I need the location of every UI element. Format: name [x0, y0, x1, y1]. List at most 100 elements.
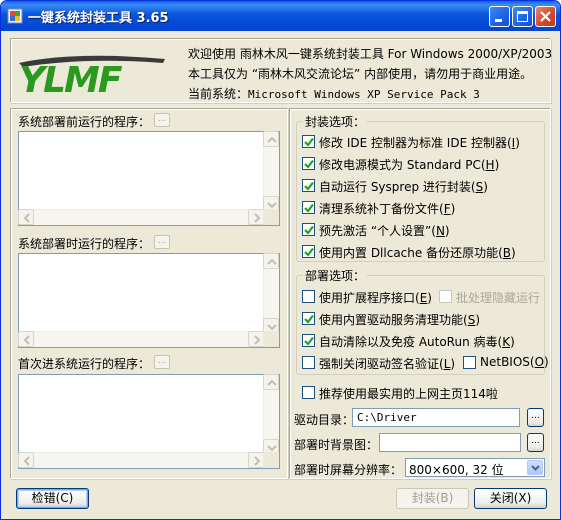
- option-label: 强制关闭驱动签名验证: [319, 357, 440, 371]
- current-system-value: Microsoft Windows XP Service Pack 3: [248, 88, 480, 101]
- option-hotkey: S: [467, 313, 476, 327]
- chevron-left-icon: [23, 456, 30, 466]
- option-label: 自动清除以及免疫 AutoRun 病毒: [319, 335, 498, 349]
- scroll-corner: [263, 209, 279, 225]
- driver-dir-label: 驱动目录：: [294, 413, 355, 427]
- checkbox[interactable]: [302, 312, 315, 325]
- checkbox[interactable]: [302, 386, 315, 399]
- scroll-right-button[interactable]: [248, 209, 264, 225]
- checkbox[interactable]: [302, 290, 315, 303]
- option-label: 使用扩展程序接口: [319, 291, 416, 305]
- option-label: 推荐使用最实用的上网主页114啦: [319, 387, 498, 401]
- checkmark-icon: [304, 203, 314, 213]
- option-label: 修改电源模式为 Standard PC: [319, 158, 481, 172]
- resolution-label: 部署时屏幕分辨率：: [294, 463, 403, 477]
- before-deploy-add-button[interactable]: ...: [154, 113, 170, 127]
- current-system: 当前系统：Microsoft Windows XP Service Pack 3: [188, 85, 480, 102]
- horizontal-scrollbar[interactable]: [18, 331, 264, 347]
- dropdown-button[interactable]: [527, 460, 543, 475]
- main-window: 一键系统封装工具 3.65 YLMF 欢迎使用 雨林木风一键系统封装工具 For…: [0, 0, 561, 520]
- app-icon: [7, 8, 23, 24]
- option-hotkey: O: [534, 355, 545, 369]
- before-deploy-label: 系统部署前运行的程序：: [18, 115, 151, 129]
- during-deploy-label: 系统部署时运行的程序：: [18, 237, 151, 251]
- checkbox: [439, 290, 452, 303]
- checkbox[interactable]: [302, 245, 315, 258]
- scroll-up-button[interactable]: [263, 253, 279, 269]
- logo-text: YLMF: [19, 60, 123, 97]
- checkbox[interactable]: [302, 157, 315, 170]
- checkbox[interactable]: [302, 135, 315, 148]
- background-input[interactable]: [379, 433, 521, 452]
- checkbox[interactable]: [302, 223, 315, 236]
- checkmark-icon: [304, 247, 314, 257]
- during-deploy-add-button[interactable]: ...: [154, 235, 170, 249]
- minimize-button[interactable]: [489, 6, 510, 27]
- close-button[interactable]: 关闭(X): [474, 488, 547, 509]
- maximize-button[interactable]: [512, 6, 533, 27]
- chevron-left-icon: [23, 213, 30, 223]
- chevron-left-icon: [23, 335, 30, 345]
- option-hotkey: H: [485, 158, 495, 172]
- vertical-scrollbar[interactable]: [263, 253, 279, 334]
- scroll-right-button[interactable]: [248, 452, 264, 468]
- scroll-left-button[interactable]: [18, 452, 34, 468]
- horizontal-scrollbar[interactable]: [18, 209, 264, 225]
- vertical-scrollbar[interactable]: [263, 374, 279, 455]
- checkmark-icon: [304, 314, 314, 324]
- option-hotkey: E: [419, 291, 428, 305]
- close-window-button[interactable]: [535, 6, 556, 27]
- horizontal-scrollbar[interactable]: [18, 452, 264, 468]
- background-browse-button[interactable]: ...: [527, 433, 544, 452]
- option-label: NetBIOS: [480, 355, 530, 369]
- resolution-select[interactable]: 800×600, 32 位: [405, 458, 545, 477]
- option-hotkey: S: [475, 180, 484, 194]
- option-hotkey: B: [502, 246, 511, 260]
- first-boot-list[interactable]: [18, 374, 280, 469]
- checkbox[interactable]: [302, 334, 315, 347]
- usage-notice: 本工具仅为 “雨林木风交流论坛” 内部使用，请勿用于商业用途。: [188, 67, 533, 81]
- checkmark-icon: [304, 181, 314, 191]
- maximize-icon: [517, 11, 528, 22]
- scroll-corner: [263, 331, 279, 347]
- minimize-icon: [495, 19, 502, 22]
- scroll-left-button[interactable]: [18, 209, 34, 225]
- first-boot-add-button[interactable]: ...: [154, 355, 170, 369]
- driver-dir-input[interactable]: C:\Driver: [352, 408, 520, 427]
- package-button[interactable]: 封装(B): [396, 488, 469, 509]
- before-deploy-list[interactable]: [18, 131, 280, 226]
- scroll-up-button[interactable]: [263, 131, 279, 147]
- current-system-label: 当前系统：: [188, 87, 249, 101]
- scroll-up-button[interactable]: [263, 374, 279, 390]
- scroll-right-button[interactable]: [248, 331, 264, 347]
- scroll-left-button[interactable]: [18, 331, 34, 347]
- check-button[interactable]: 检错(C): [16, 488, 89, 509]
- package-options-title: 封装选项：: [303, 113, 368, 130]
- checkbox[interactable]: [302, 356, 315, 369]
- during-deploy-list[interactable]: [18, 253, 280, 348]
- first-boot-label: 首次进系统运行的程序：: [18, 357, 151, 371]
- driver-dir-browse-button[interactable]: ...: [527, 408, 544, 427]
- checkbox[interactable]: [463, 356, 476, 369]
- checkmark-icon: [304, 159, 314, 169]
- option-label: 修改 IDE 控制器为标准 IDE 控制器: [319, 136, 507, 150]
- chevron-down-icon: [531, 465, 540, 471]
- vertical-scrollbar[interactable]: [263, 131, 279, 212]
- window-title: 一键系统封装工具 3.65: [28, 11, 169, 26]
- option-hotkey: L: [443, 357, 451, 371]
- checkbox[interactable]: [302, 201, 315, 214]
- resolution-value: 800×600, 32 位: [409, 463, 504, 477]
- option-label: 使用内置 Dllcache 备份还原功能: [319, 246, 499, 260]
- chevron-up-icon: [267, 379, 277, 386]
- option-hotkey: F: [443, 202, 451, 216]
- option-label: 批处理隐藏运行: [456, 291, 541, 305]
- title-bar[interactable]: 一键系统封装工具 3.65: [1, 1, 560, 31]
- checkmark-icon: [304, 225, 314, 235]
- ylmf-logo: YLMF: [19, 55, 165, 97]
- option-label: 清理系统补丁备份文件: [319, 202, 440, 216]
- close-icon: [540, 11, 551, 22]
- checkbox[interactable]: [302, 179, 315, 192]
- option-label: 预先激活 “个人设置”: [319, 224, 432, 238]
- welcome-text: 欢迎使用 雨林木风一键系统封装工具 For Windows 2000/XP/20…: [188, 47, 553, 61]
- checkmark-icon: [304, 336, 314, 346]
